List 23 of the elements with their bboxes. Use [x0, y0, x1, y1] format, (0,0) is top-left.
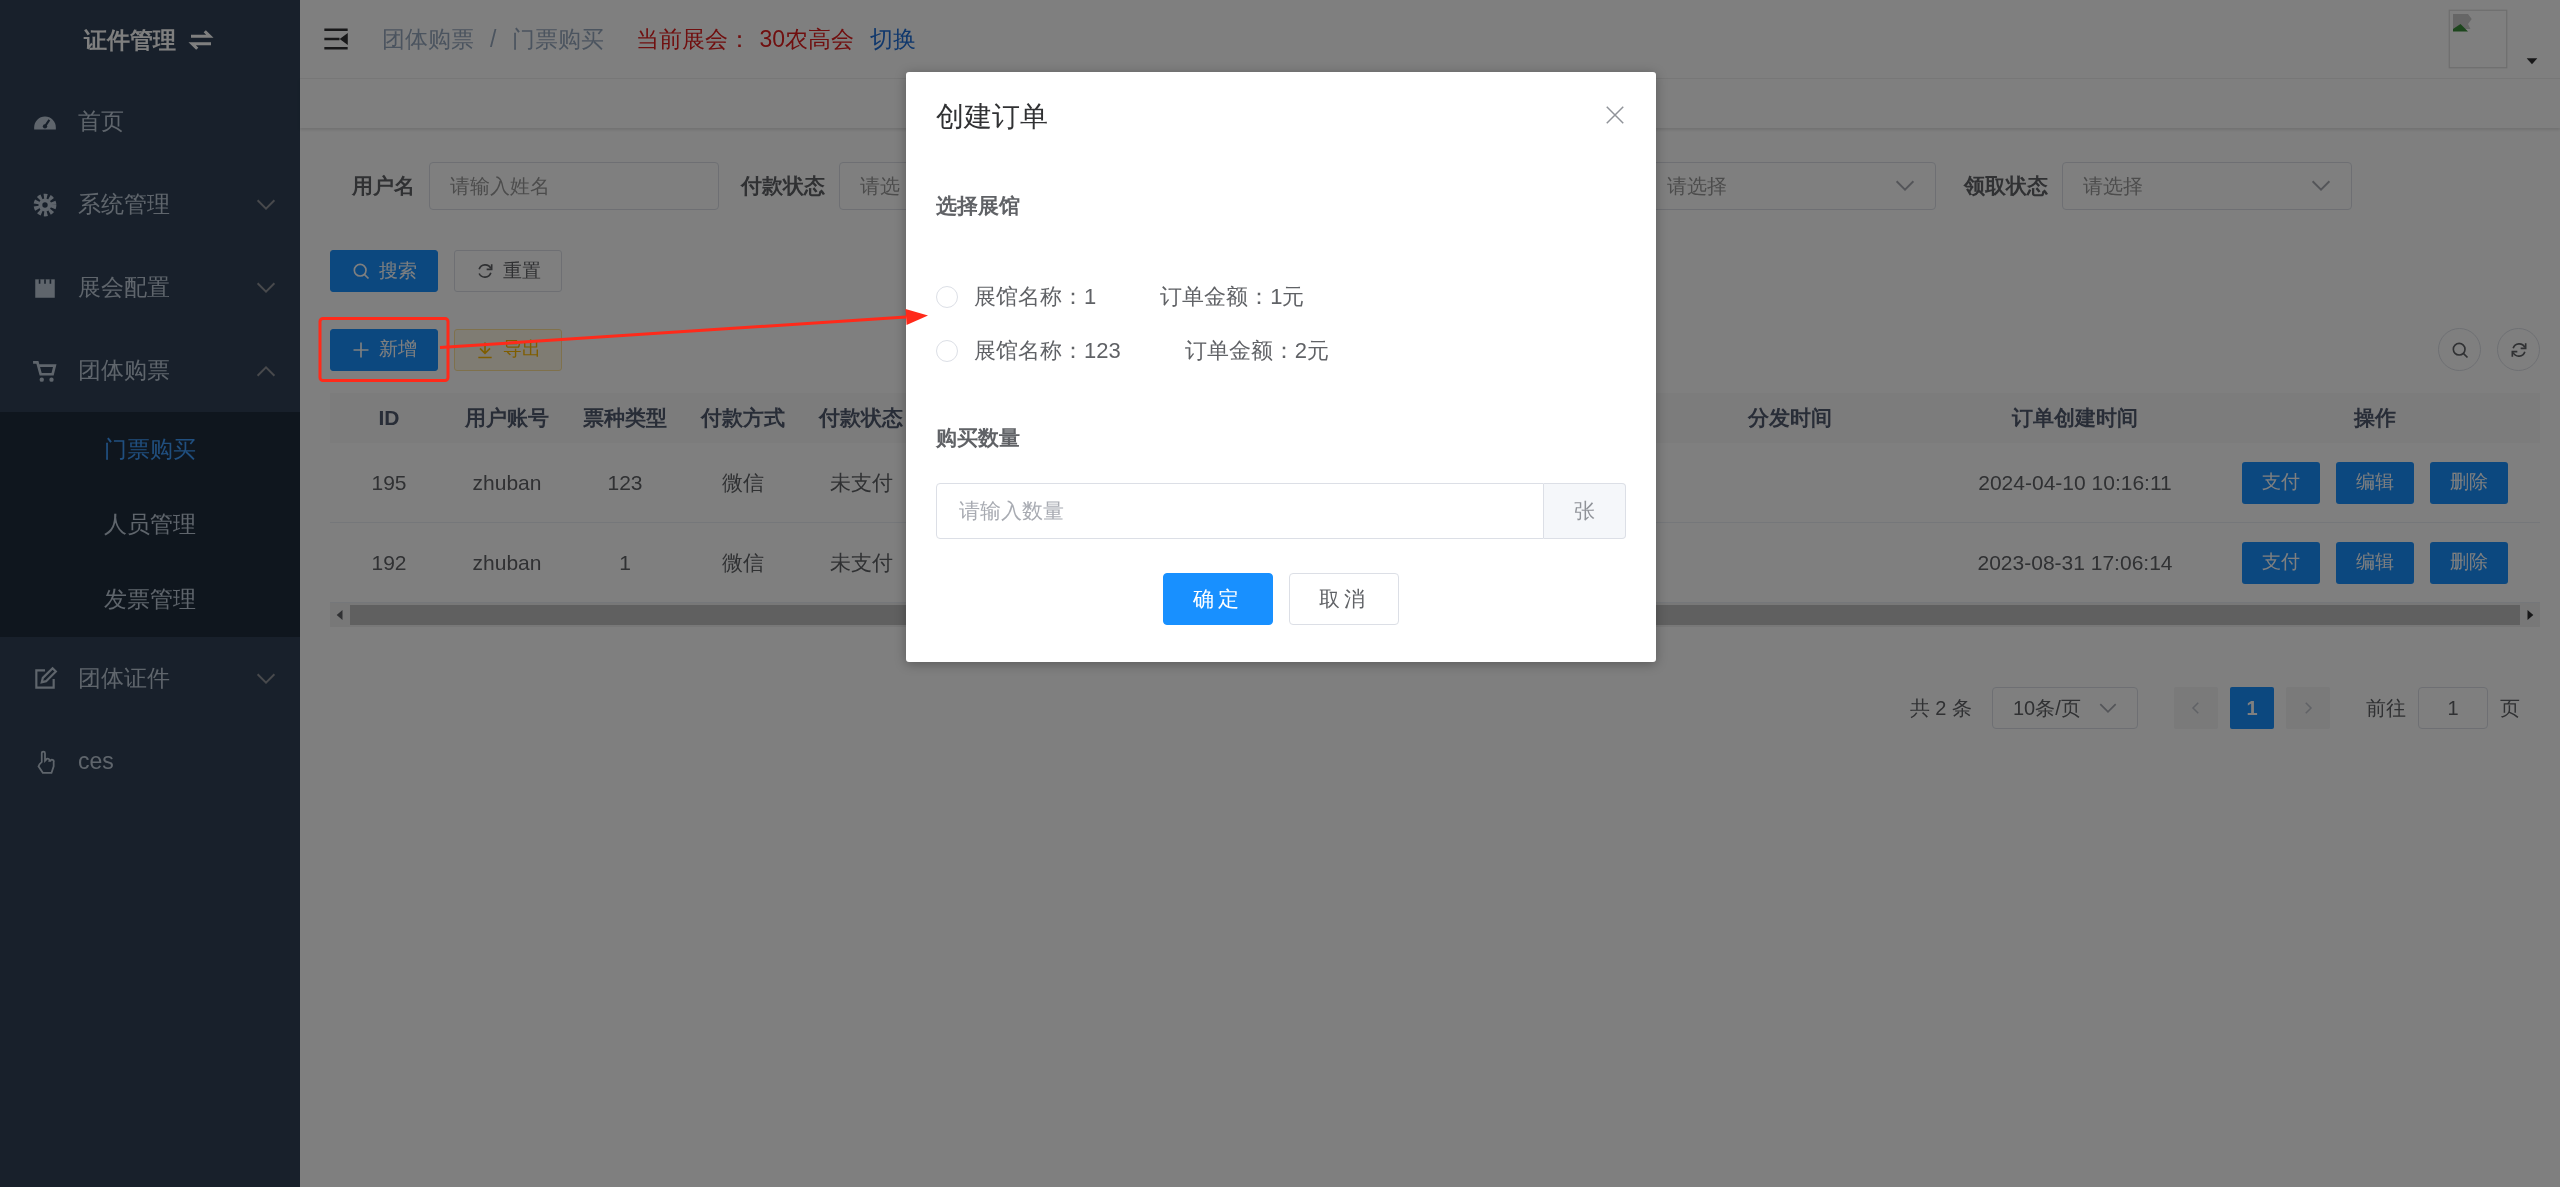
hall-name-text: 展馆名称：1 [974, 283, 1097, 311]
table-cell: 123 [566, 443, 684, 523]
table-cell: 195 [330, 443, 448, 523]
page-suffix: 页 [2500, 696, 2520, 721]
app-title: 证件管理 [84, 25, 176, 55]
order-amount-text: 订单金额：1元 [1160, 283, 1305, 311]
section-label: 购买数量 [936, 424, 1021, 451]
total-count: 共 2 条 [1909, 696, 1972, 721]
current-fair-name: 30农高会 [759, 24, 854, 54]
section-label: 选择展馆 [936, 193, 1021, 219]
table-cell: 2024-04-10 10:16:11 [1940, 443, 2210, 523]
breadcrumb-separator: / [490, 24, 497, 54]
table-cell: zhuban [448, 443, 566, 523]
current-fair-label: 当前展会： [636, 24, 752, 54]
filter-label: 用户名 [352, 173, 415, 200]
hall-name-text: 展馆名称：123 [974, 337, 1121, 365]
order-amount-text: 订单金额：2元 [1184, 337, 1329, 365]
dialog-title: 创建订单 [936, 100, 1048, 134]
filter-label: 领取状态 [1964, 173, 2048, 200]
unit-label: 张 [1544, 483, 1626, 539]
table-cell: 微信 [684, 443, 802, 523]
goto-label: 前往 [2366, 696, 2406, 721]
filter-label: 付款状态 [741, 173, 825, 200]
